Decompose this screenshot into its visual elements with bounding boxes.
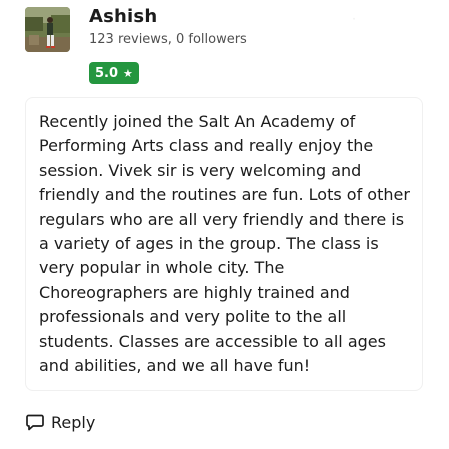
rating-value: 5.0 xyxy=(95,65,119,81)
star-icon: ★ xyxy=(123,66,133,80)
comment-icon xyxy=(25,412,45,432)
review-card: Recently joined the Salt An Academy of P… xyxy=(25,97,423,391)
avatar[interactable] xyxy=(25,7,70,52)
reply-button[interactable]: Reply xyxy=(25,410,95,434)
user-photo-icon xyxy=(25,7,70,52)
rating-badge: 5.0 ★ xyxy=(89,62,139,84)
reviewer-stats: 123 reviews, 0 followers xyxy=(89,32,247,47)
reviewer-name[interactable]: Ashish xyxy=(89,6,157,27)
review-text: Recently joined the Salt An Academy of P… xyxy=(39,112,410,376)
reply-label: Reply xyxy=(51,412,96,432)
more-options-icon: · xyxy=(352,12,356,26)
